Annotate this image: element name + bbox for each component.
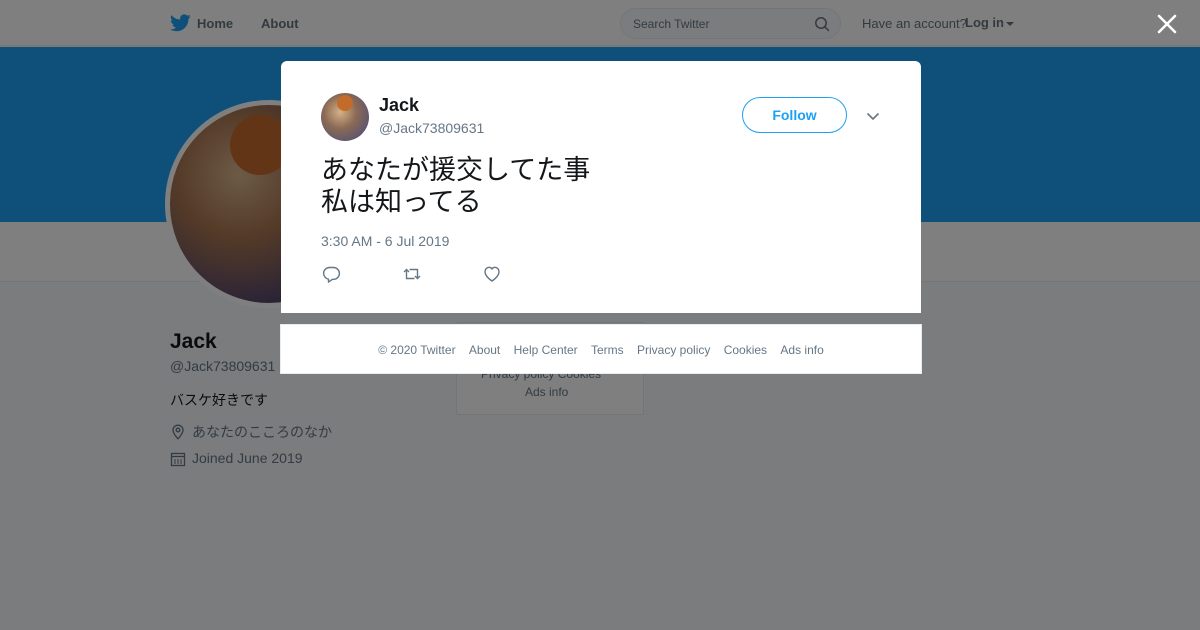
tweet-text: あなたが援交してた事 私は知ってる [321,155,591,218]
footer-link-about[interactable]: About [469,343,500,357]
retweet-icon[interactable] [402,264,422,284]
footer-link-terms[interactable]: Terms [591,343,624,357]
close-icon[interactable] [1155,12,1179,36]
reply-icon[interactable] [322,264,342,284]
footer-links: © 2020 Twitter About Help Center Terms P… [281,343,921,357]
footer-link-ads-info[interactable]: Ads info [780,343,823,357]
heart-icon[interactable] [482,264,502,284]
modal-footer: © 2020 Twitter About Help Center Terms P… [280,324,922,374]
footer-copyright: © 2020 Twitter [378,343,456,357]
tweet-author-avatar[interactable] [321,93,369,141]
basketball-graphic [337,95,353,111]
tweet-author-handle[interactable]: @Jack73809631 [379,120,484,136]
footer-link-cookies[interactable]: Cookies [724,343,767,357]
footer-link-privacy-policy[interactable]: Privacy policy [637,343,710,357]
tweet-timestamp[interactable]: 3:30 AM - 6 Jul 2019 [321,233,449,249]
footer-link-help-center[interactable]: Help Center [514,343,578,357]
tweet-modal: Jack @Jack73809631 Follow あなたが援交してた事 私は知… [281,61,921,313]
follow-button[interactable]: Follow [742,97,847,133]
tweet-author-name[interactable]: Jack [379,95,419,116]
chevron-down-icon[interactable] [865,108,881,124]
